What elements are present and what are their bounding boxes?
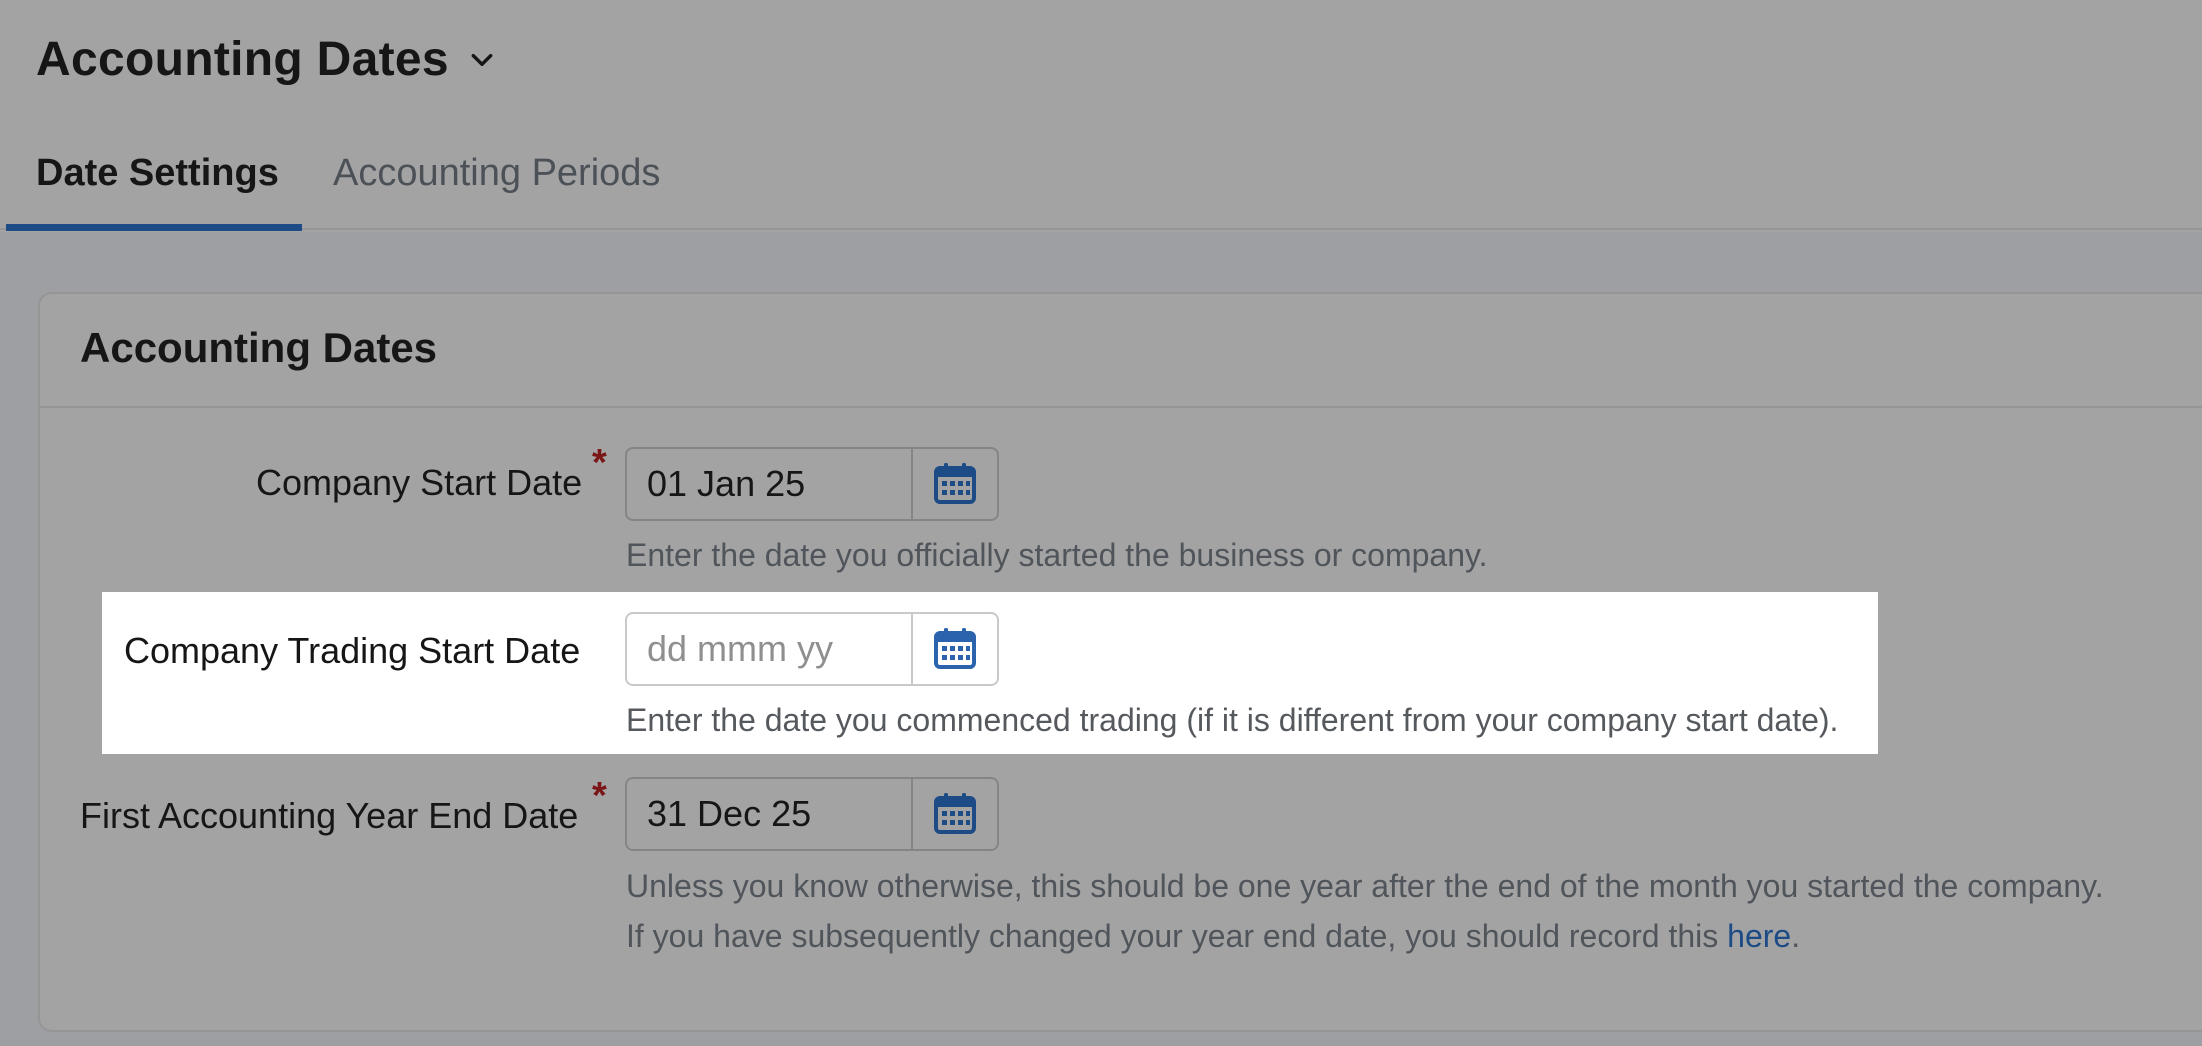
required-marker: * [592,775,607,817]
company-start-date-label: Company Start Date [256,462,583,503]
required-marker: * [592,442,607,484]
company-start-date-input[interactable]: 01 Jan 25 [627,449,913,519]
year-end-date-field[interactable]: 31 Dec 25 [625,777,999,851]
calendar-icon [934,793,976,834]
trading-start-date-input[interactable]: dd mmm yy [627,614,913,684]
record-year-end-change-link[interactable]: here [1727,918,1791,954]
card-divider [40,406,2202,408]
page-header[interactable]: Accounting Dates [36,32,495,87]
trading-start-date-calendar-button[interactable] [913,614,997,684]
year-end-date-calendar-button[interactable] [913,779,997,849]
tab-bar: Date Settings Accounting Periods [0,140,2202,231]
tab-bar-divider [0,228,2202,230]
company-start-date-help: Enter the date you officially started th… [626,537,1488,573]
year-end-date-help-line-2: If you have subsequently changed your ye… [626,918,1800,955]
calendar-icon [934,628,976,669]
trading-start-date-label: Company Trading Start Date [124,630,581,671]
year-end-date-input[interactable]: 31 Dec 25 [627,779,913,849]
company-start-date-calendar-button[interactable] [913,449,997,519]
trading-start-date-help: Enter the date you commenced trading (if… [626,702,1839,738]
chevron-down-icon[interactable] [469,47,495,73]
trading-start-date-highlight: Company Trading Start Date dd mmm yy Ent… [102,592,1878,754]
trading-start-date-field[interactable]: dd mmm yy [625,612,999,686]
help-text-end: . [1791,918,1801,954]
card-title: Accounting Dates [80,324,438,371]
page-title: Accounting Dates [36,33,449,86]
year-end-date-label: First Accounting Year End Date [80,795,579,836]
help-text: If you have subsequently changed your ye… [626,918,1728,954]
active-tab-indicator [6,224,302,231]
tab-accounting-periods[interactable]: Accounting Periods [333,152,660,195]
company-start-date-field[interactable]: 01 Jan 25 [625,447,999,521]
calendar-icon [934,463,976,504]
year-end-date-help-line-1: Unless you know otherwise, this should b… [626,868,2104,904]
tab-date-settings[interactable]: Date Settings [36,152,279,195]
